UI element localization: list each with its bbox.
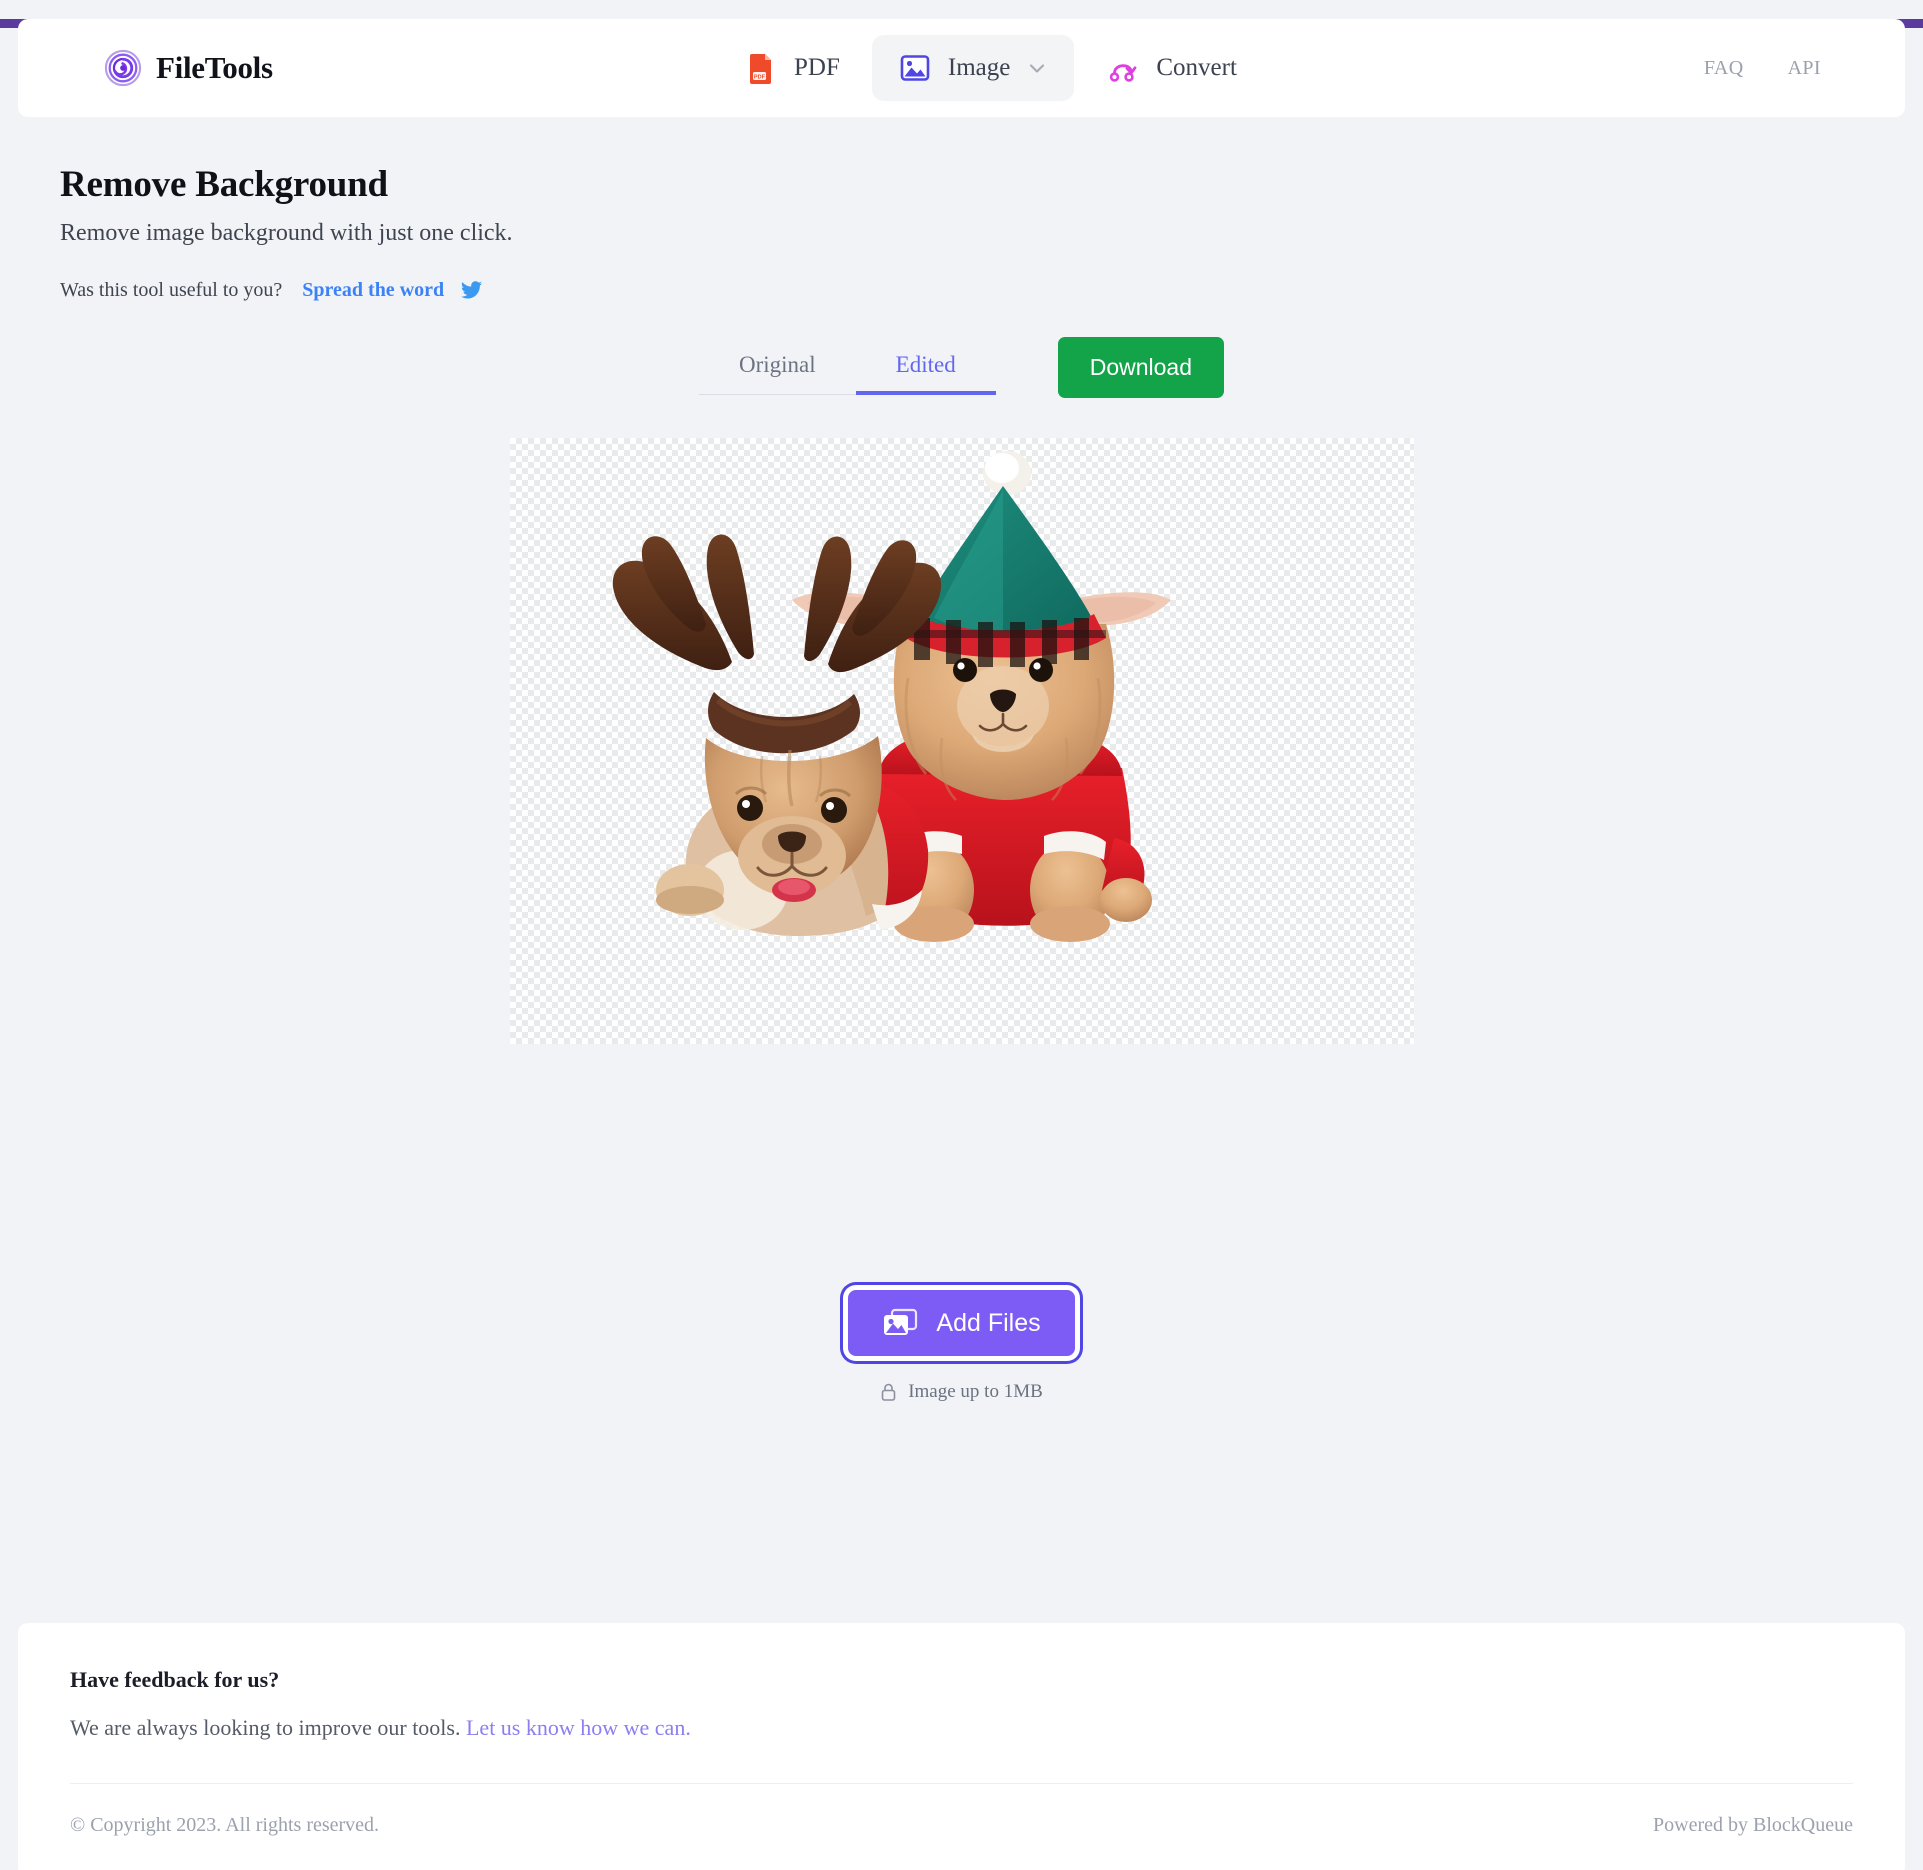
upload-limit-label: Image up to 1MB [908, 1381, 1043, 1402]
secondary-nav: FAQ API [1704, 57, 1863, 80]
site-header: FileTools PDF PDF Image Convert FAQ API [18, 19, 1905, 117]
feedback-text: We are always looking to improve our too… [70, 1715, 1853, 1741]
page-subtitle: Remove image background with just one cl… [60, 220, 513, 246]
add-files-button[interactable]: Add Files [848, 1290, 1075, 1356]
result-image [612, 451, 1171, 942]
svg-text:PDF: PDF [754, 74, 766, 80]
share-prompt-text: Was this tool useful to you? [60, 279, 283, 301]
convert-arrows-icon [1106, 51, 1140, 85]
nav-label-pdf: PDF [794, 54, 840, 81]
stacked-images-icon [882, 1308, 918, 1338]
uploader: Add Files Image up to 1MB [18, 1290, 1905, 1403]
nav-label-image: Image [947, 54, 1011, 81]
nav-label-convert: Convert [1156, 54, 1237, 81]
nav-item-image[interactable]: Image [871, 35, 1075, 101]
image-viewer: Original Edited Download [18, 336, 1905, 1044]
powered-by-text: Powered by BlockQueue [1653, 1814, 1853, 1836]
feedback-text-static: We are always looking to improve our too… [70, 1715, 461, 1740]
primary-nav: PDF PDF Image Convert [718, 35, 1263, 101]
site-footer: Have feedback for us? We are always look… [18, 1623, 1905, 1870]
feedback-link[interactable]: Let us know how we can. [466, 1715, 691, 1740]
page-heading-block: Remove Background Remove image backgroun… [18, 117, 1905, 302]
download-button[interactable]: Download [1057, 336, 1224, 398]
viewer-controls: Original Edited Download [18, 336, 1905, 398]
viewer-tabs: Original Edited [699, 339, 996, 395]
share-prompt: Was this tool useful to you? Spread the … [60, 279, 1905, 302]
nav-link-faq[interactable]: FAQ [1704, 57, 1744, 80]
image-icon [898, 51, 932, 85]
copyright-text: © Copyright 2023. All rights reserved. [70, 1814, 380, 1836]
nav-item-convert[interactable]: Convert [1080, 35, 1263, 101]
feedback-title: Have feedback for us? [70, 1667, 280, 1692]
brand[interactable]: FileTools [104, 49, 273, 87]
dog-left-reindeer [612, 534, 941, 936]
page-title: Remove Background [60, 164, 388, 205]
spread-the-word-link[interactable]: Spread the word [302, 279, 444, 302]
pdf-file-icon: PDF [744, 51, 778, 85]
tab-edited[interactable]: Edited [855, 339, 996, 395]
chevron-down-icon[interactable] [1026, 57, 1048, 79]
image-canvas[interactable] [509, 438, 1414, 1044]
page-root: FileTools PDF PDF Image Convert FAQ API … [0, 19, 1923, 1870]
upload-limit: Image up to 1MB [880, 1381, 1043, 1403]
nav-link-api[interactable]: API [1788, 57, 1821, 80]
spiral-logo-icon [104, 49, 142, 87]
nav-item-pdf[interactable]: PDF PDF [718, 35, 866, 101]
add-files-label: Add Files [936, 1308, 1041, 1337]
brand-name: FileTools [156, 50, 273, 85]
twitter-bird-icon[interactable] [455, 279, 483, 302]
tab-original[interactable]: Original [699, 339, 856, 395]
footer-bottom-row: © Copyright 2023. All rights reserved. P… [70, 1784, 1853, 1870]
lock-icon [880, 1382, 897, 1402]
